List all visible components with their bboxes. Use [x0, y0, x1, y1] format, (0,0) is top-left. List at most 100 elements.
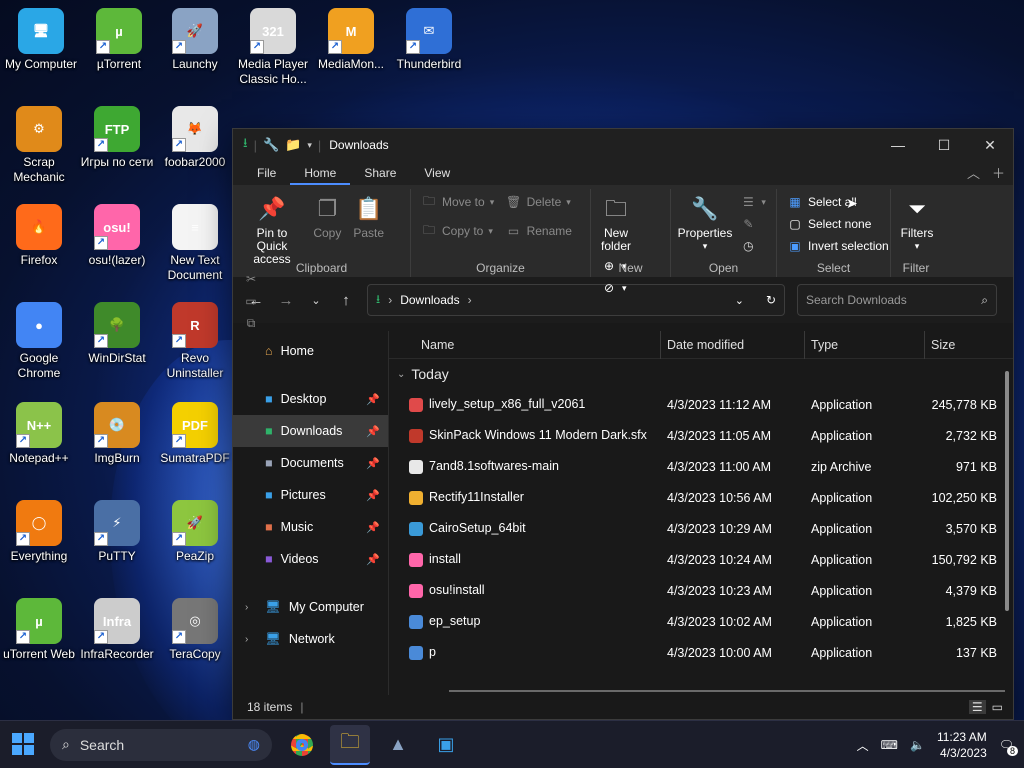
desktop-icon-osu-lazer[interactable]: osu! ↗ osu!(lazer)	[78, 204, 156, 268]
taskbar-file-explorer[interactable]: 🗀	[330, 724, 370, 765]
nav-pictures[interactable]: ■ Pictures 📌	[233, 479, 388, 511]
pin-icon[interactable]: 📌	[366, 457, 380, 470]
column-size[interactable]: Size	[925, 331, 1005, 359]
minimize-button[interactable]: —	[875, 129, 921, 161]
select-none-button[interactable]: ▢ Select none	[783, 213, 893, 235]
filters-button[interactable]: ⏷ Filters ▾	[897, 191, 937, 253]
desktop-icon-putty[interactable]: ⚡ ↗ PuTTY	[78, 500, 156, 564]
desktop-icon-my-computer[interactable]: 🖥 My Computer	[2, 8, 80, 72]
new-folder-button[interactable]: 🗀 New folder	[597, 191, 635, 253]
nav-my-computer[interactable]: › 🖥 My Computer	[233, 591, 388, 623]
tab-home[interactable]: Home	[290, 163, 351, 185]
desktop-icon-torrent[interactable]: µ ↗ µTorrent	[80, 8, 158, 72]
desktop-icon-foobar2000[interactable]: 🦊 ↗ foobar2000	[156, 106, 234, 170]
desktop-icon-new-text-document[interactable]: ≡ New Text Document	[156, 204, 234, 283]
large-icons-view-icon[interactable]: ▭	[992, 700, 1003, 714]
table-row[interactable]: install 4/3/2023 10:24 AM Application 150,7…	[389, 544, 1013, 575]
help-plus-icon[interactable]: ＋	[992, 163, 1005, 182]
tab-file[interactable]: File	[243, 163, 290, 185]
vertical-scrollbar[interactable]	[1005, 371, 1009, 611]
network-icon[interactable]: ⌨	[881, 738, 898, 752]
desktop-icon-media-player-classic-ho[interactable]: 321 ↗ Media Player Classic Ho...	[234, 8, 312, 87]
nav-network[interactable]: › 🖥 Network	[233, 623, 388, 655]
desktop-icon-firefox[interactable]: 🔥 Firefox	[0, 204, 78, 268]
history-button[interactable]: ◷	[736, 235, 770, 257]
close-button[interactable]: ✕	[967, 129, 1013, 161]
forward-button[interactable]: →	[271, 292, 301, 309]
select-all-button[interactable]: ▦ Select all	[783, 191, 893, 213]
nav-home[interactable]: ⌂ Home	[233, 335, 388, 367]
clock[interactable]: 11:23 AM 4/3/2023	[937, 729, 987, 761]
collapse-ribbon-icon[interactable]: ︿	[967, 163, 980, 182]
table-row[interactable]: lively_setup_x86_full_v2061 4/3/2023 11:1…	[389, 389, 1013, 420]
table-row[interactable]: CairoSetup_64bit 4/3/2023 10:29 AM Applica…	[389, 513, 1013, 544]
desktop-icon-utorrent-web[interactable]: µ ↗ uTorrent Web	[0, 598, 78, 662]
nav-videos[interactable]: ■ Videos 📌	[233, 543, 388, 575]
properties-button[interactable]: 🔧 Properties ▾	[677, 191, 733, 253]
open-button[interactable]: ☰ ▾	[736, 191, 770, 213]
start-button[interactable]	[12, 733, 34, 755]
desktop-icon-peazip[interactable]: 🚀 ↗ PeaZip	[156, 500, 234, 564]
nav-downloads[interactable]: ■ Downloads 📌	[233, 415, 388, 447]
chevron-down-icon[interactable]: ▾	[307, 140, 312, 151]
desktop-icon-scrap-mechanic[interactable]: ⚙ Scrap Mechanic	[0, 106, 78, 185]
volume-icon[interactable]: 🔈	[910, 738, 925, 752]
desktop-icon-[interactable]: FTP ↗ Игры по сети	[78, 106, 156, 170]
copy-to-button[interactable]: 🗀 Copy to ▾	[417, 220, 498, 242]
table-row[interactable]: osu!install 4/3/2023 10:23 AM Application 4…	[389, 575, 1013, 606]
tab-share[interactable]: Share	[350, 163, 410, 185]
pin-to-quick-access-button[interactable]: 📌 Pin to Quick access	[239, 191, 305, 266]
properties-quick-icon[interactable]: 🔧	[263, 137, 279, 153]
horizontal-scrollbar[interactable]	[449, 690, 1005, 692]
pin-icon[interactable]: 📌	[366, 425, 380, 438]
pin-icon[interactable]: 📌	[366, 393, 380, 406]
table-row[interactable]: p 4/3/2023 10:00 AM Application 137 KB	[389, 637, 1013, 668]
taskbar-control-panel[interactable]: ▣	[426, 725, 466, 765]
copy-button[interactable]: ❐ Copy	[308, 191, 346, 240]
address-history-chevron-icon[interactable]: ⌄	[735, 294, 744, 307]
desktop-icon-imgburn[interactable]: 💿 ↗ ImgBurn	[78, 402, 156, 466]
column-name[interactable]: Name	[389, 331, 661, 359]
nav-music[interactable]: ■ Music 📌	[233, 511, 388, 543]
nav-documents[interactable]: ■ Documents 📌	[233, 447, 388, 479]
pin-icon[interactable]: 📌	[366, 521, 380, 534]
move-to-button[interactable]: 🗀 Move to ▾	[417, 191, 498, 213]
tab-view[interactable]: View	[410, 163, 464, 185]
table-row[interactable]: ep_setup 4/3/2023 10:02 AM Application 1,82…	[389, 606, 1013, 637]
desktop-icon-google-chrome[interactable]: ● Google Chrome	[0, 302, 78, 381]
desktop-icon-revo-uninstaller[interactable]: R ↗ Revo Uninstaller	[156, 302, 234, 381]
details-view-icon[interactable]: ☰	[968, 700, 986, 714]
table-row[interactable]: 7and8.1softwares-main 4/3/2023 11:00 AM zi…	[389, 451, 1013, 482]
desktop-icon-teracopy[interactable]: ◎ ↗ TeraCopy	[156, 598, 234, 662]
breadcrumb-downloads[interactable]: Downloads	[400, 293, 459, 307]
pin-icon[interactable]: 📌	[366, 553, 380, 566]
rename-button[interactable]: ▭ Rename	[502, 220, 576, 242]
desktop-icon-notepad[interactable]: N++ ↗ Notepad++	[0, 402, 78, 466]
column-date-modified[interactable]: Date modified	[661, 331, 805, 359]
desktop-icon-infrarecorder[interactable]: Infra ↗ InfraRecorder	[78, 598, 156, 662]
edit-button[interactable]: ✎	[736, 213, 770, 235]
maximize-button[interactable]: ☐	[921, 129, 967, 161]
show-hidden-icons-chevron-icon[interactable]: ︿	[857, 737, 869, 754]
column-type[interactable]: Type	[805, 331, 925, 359]
address-bar[interactable]: ⭳ › Downloads › ⌄ ↻	[367, 284, 785, 316]
desktop-icon-mediamon[interactable]: M ↗ MediaMon...	[312, 8, 390, 72]
up-button[interactable]: ↑	[331, 292, 361, 309]
delete-button[interactable]: 🗑 Delete ▾	[502, 191, 576, 213]
search-box[interactable]: Search Downloads ⌕	[797, 284, 997, 316]
copy-path-button[interactable]: ▭	[239, 290, 263, 312]
desktop-icon-sumatrapdf[interactable]: PDF ↗ SumatraPDF	[156, 402, 234, 466]
chevron-right-icon[interactable]: ›	[245, 602, 248, 613]
desktop-icon-launchy[interactable]: 🚀 ↗ Launchy	[156, 8, 234, 72]
group-header-today[interactable]: ⌄ Today	[389, 359, 1013, 389]
search-input[interactable]: Search Downloads	[806, 293, 907, 307]
taskbar-search[interactable]: ⌕ Search ◍	[50, 728, 272, 761]
table-row[interactable]: Rectify11Installer 4/3/2023 10:56 AM Appli…	[389, 482, 1013, 513]
desktop-icon-everything[interactable]: ◯ ↗ Everything	[0, 500, 78, 564]
desktop-icon-thunderbird[interactable]: ✉ ↗ Thunderbird	[390, 8, 468, 72]
nav-desktop[interactable]: ■ Desktop 📌	[233, 383, 388, 415]
taskbar-launchy[interactable]: ▲	[378, 725, 418, 765]
new-folder-quick-icon[interactable]: 📁	[285, 137, 301, 153]
desktop-icon-windirstat[interactable]: 🌳 ↗ WinDirStat	[78, 302, 156, 366]
table-row[interactable]: SkinPack Windows 11 Modern Dark.sfx 4/3/2…	[389, 420, 1013, 451]
